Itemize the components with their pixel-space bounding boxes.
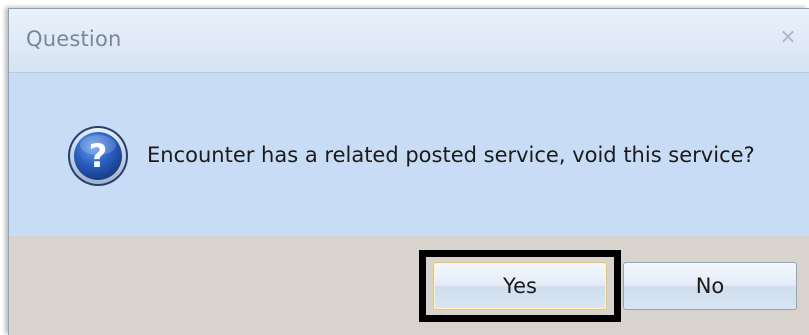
dialog-content: ? Encounter has a related posted service… [9,73,809,236]
dialog-message: Encounter has a related posted service, … [147,143,755,167]
close-icon[interactable]: × [777,25,799,47]
svg-text:?: ? [89,137,108,175]
question-icon: ? [68,126,128,186]
yes-button[interactable]: Yes [433,262,607,310]
question-dialog: Question × ? Encounter has a related pos… [8,8,809,335]
dialog-button-bar: Yes No [9,236,809,335]
dialog-title: Question [26,27,122,51]
no-button[interactable]: No [623,262,797,310]
dialog-titlebar[interactable]: Question × [9,9,809,73]
